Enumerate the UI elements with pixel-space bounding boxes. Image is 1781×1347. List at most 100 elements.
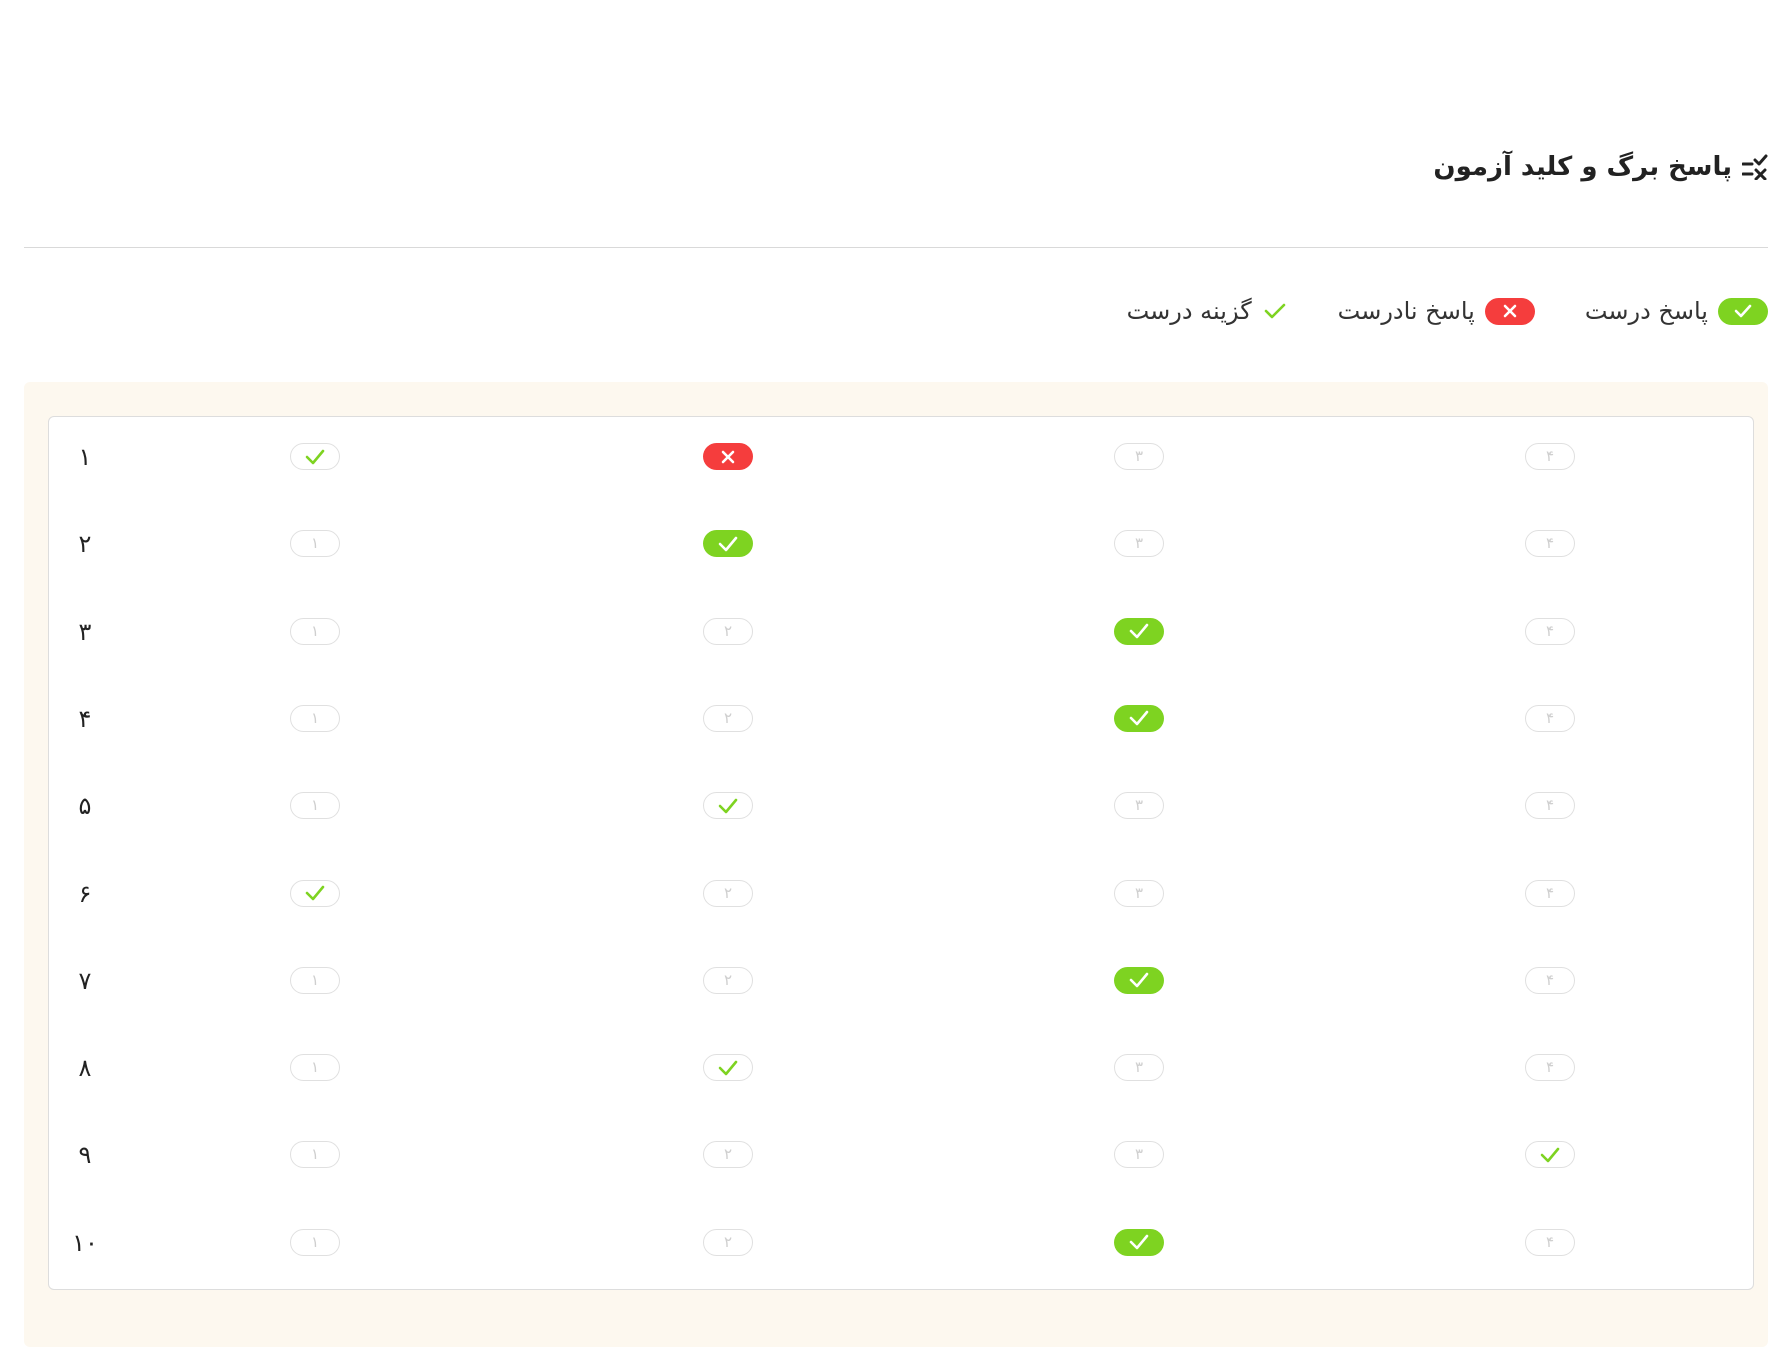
answer-option-2: ۲: [703, 704, 753, 732]
question-row: ۶ ۲ ۳ ۴: [49, 869, 1753, 919]
option-label: ۱: [310, 1058, 320, 1077]
answer-option-1: ۱: [290, 1054, 340, 1082]
answer-option-1: ۱: [290, 617, 340, 645]
option-label: ۴: [1545, 447, 1555, 465]
answer-option-1: [290, 879, 340, 907]
question-number: ۵: [78, 792, 92, 821]
answer-option-4: ۴: [1525, 617, 1575, 645]
answer-option-2: ۲: [703, 1141, 753, 1169]
option-label: ۳: [1134, 447, 1144, 465]
option-label: ۳: [1134, 1145, 1144, 1164]
answer-option-2: [703, 443, 753, 470]
answer-option-3: [1114, 704, 1164, 732]
question-number: ۶: [78, 879, 92, 908]
question-number: ۸: [78, 1054, 92, 1083]
answer-option-4: ۴: [1525, 792, 1575, 820]
answer-option-1: ۱: [290, 530, 340, 558]
answer-option-4: ۴: [1525, 443, 1575, 470]
question-number: ۷: [78, 966, 92, 995]
question-number: ۳: [78, 617, 92, 646]
question-row: ۳ ۱ ۲ ۴: [49, 607, 1753, 657]
option-label: ۴: [1545, 970, 1555, 989]
option-label: ۲: [723, 883, 733, 902]
question-number: ۲: [78, 530, 92, 559]
answer-option-3: ۳: [1114, 792, 1164, 820]
answer-option-3: ۳: [1114, 879, 1164, 907]
option-label: ۳: [1134, 796, 1144, 815]
check-icon: [1264, 303, 1285, 319]
check-icon: [1129, 972, 1149, 988]
answer-option-2: [703, 1054, 753, 1082]
legend-label: گزینه درست: [1126, 297, 1252, 325]
question-row: ۲ ۱ ۳ ۴: [49, 519, 1753, 569]
answer-option-4: ۴: [1525, 966, 1575, 994]
option-label: ۲: [723, 970, 733, 989]
option-label: ۳: [1134, 1058, 1144, 1077]
legend-item-key: گزینه درست: [1127, 297, 1288, 325]
option-label: ۴: [1545, 708, 1555, 727]
legend-label: پاسخ نادرست: [1337, 297, 1475, 325]
option-label: ۳: [1134, 883, 1144, 902]
option-label: ۲: [723, 1145, 733, 1164]
answer-option-3: ۳: [1114, 443, 1164, 470]
close-icon: [721, 450, 735, 463]
option-label: ۴: [1545, 883, 1555, 902]
page-title: پاسخ برگ و کلید آزمون: [1433, 152, 1732, 182]
option-label: ۴: [1545, 534, 1555, 553]
check-icon: [1540, 1147, 1560, 1163]
answer-option-4: ۴: [1525, 1228, 1575, 1256]
option-label: ۱: [310, 1145, 320, 1164]
answer-option-2: ۲: [703, 879, 753, 907]
question-number: ۹: [78, 1141, 92, 1170]
answer-option-3: [1114, 966, 1164, 994]
answer-option-2: [703, 530, 753, 558]
answer-option-3: [1114, 1228, 1164, 1256]
check-icon: [305, 449, 325, 464]
option-label: ۳: [1134, 534, 1144, 553]
option-label: ۱: [310, 1232, 320, 1251]
legend-item-correct: پاسخ درست: [1585, 297, 1768, 325]
answer-option-2: ۲: [703, 617, 753, 645]
answer-option-1: ۱: [290, 1228, 340, 1256]
check-icon: [718, 798, 738, 813]
question-row: ۱۰ ۱ ۲ ۴: [49, 1218, 1753, 1268]
option-label: ۲: [723, 621, 733, 640]
answer-option-4: ۴: [1525, 530, 1575, 558]
option-label: ۴: [1545, 621, 1555, 640]
question-row: ۴ ۱ ۲ ۴: [49, 694, 1753, 744]
question-row: ۹ ۱ ۲ ۳: [49, 1130, 1753, 1180]
check-icon: [718, 1060, 738, 1075]
option-label: ۱: [310, 796, 320, 815]
question-number: ۴: [78, 704, 92, 733]
check-icon: [305, 885, 325, 901]
answer-option-1: ۱: [290, 1141, 340, 1169]
question-row: ۸ ۱ ۳ ۴: [49, 1043, 1753, 1093]
question-row: ۷ ۱ ۲ ۴: [49, 956, 1753, 1006]
checklist-icon: [1742, 154, 1768, 180]
answer-option-3: ۳: [1114, 1054, 1164, 1082]
legend-item-wrong: پاسخ نادرست: [1338, 297, 1535, 325]
question-number: ۱۰: [72, 1228, 98, 1257]
wrong-badge-icon: [1484, 297, 1535, 325]
check-icon: [1129, 623, 1149, 639]
answer-option-2: ۲: [703, 1228, 753, 1256]
option-label: ۲: [723, 1232, 733, 1251]
header-divider: [24, 247, 1768, 248]
option-label: ۴: [1545, 1058, 1555, 1077]
answer-option-2: ۲: [703, 966, 753, 994]
answer-option-3: ۳: [1114, 1141, 1164, 1169]
option-label: ۴: [1545, 796, 1555, 815]
answer-option-1: ۱: [290, 966, 340, 994]
answer-option-2: [703, 792, 753, 820]
correct-badge-icon: [1718, 297, 1768, 325]
answer-option-4: ۴: [1525, 704, 1575, 732]
option-label: ۲: [723, 708, 733, 727]
check-icon: [1129, 711, 1149, 726]
page-header: پاسخ برگ و کلید آزمون: [1433, 152, 1768, 182]
question-row: ۵ ۱ ۳ ۴: [49, 781, 1753, 831]
answer-option-1: ۱: [290, 792, 340, 820]
option-label: ۱: [310, 970, 320, 989]
legend-label: پاسخ درست: [1584, 297, 1708, 325]
option-label: ۴: [1545, 1232, 1555, 1251]
answer-option-4: [1525, 1141, 1575, 1169]
